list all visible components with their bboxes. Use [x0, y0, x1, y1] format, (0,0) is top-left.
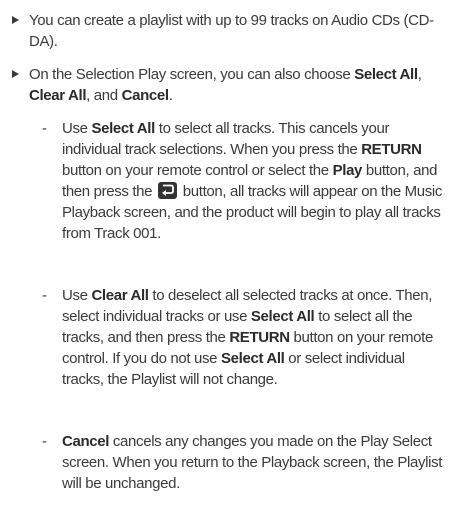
return-button-icon [157, 182, 177, 199]
sub-item-text: Use Clear All to deselect all selected t… [62, 287, 433, 388]
manual-page: You can create a playlist with up to 99 … [0, 0, 449, 513]
dash-marker: - [42, 120, 47, 137]
bullet-item-playlist-limit: You can create a playlist with up to 99 … [12, 10, 442, 52]
bullet-text: You can create a playlist with up to 99 … [29, 12, 434, 50]
dash-marker: - [42, 433, 47, 450]
bullet-text: On the Selection Play screen, you can al… [29, 66, 422, 104]
sub-item-text: Use Select All to select all tracks. Thi… [62, 120, 443, 242]
term-select-all: Select All [354, 66, 418, 83]
term-clear-all: Clear All [29, 87, 87, 104]
sub-item-cancel: - Cancel cancels any changes you made on… [42, 431, 444, 494]
sub-item-text: Cancel cancels any changes you made on t… [62, 433, 443, 492]
bullet-item-selection-play: On the Selection Play screen, you can al… [12, 64, 442, 106]
sub-item-select-all: - Use Select All to select all tracks. T… [42, 118, 444, 244]
sub-item-clear-all: - Use Clear All to deselect all selected… [42, 285, 444, 390]
term-cancel: Cancel [121, 87, 169, 104]
dash-marker: - [42, 287, 47, 304]
triangle-bullet-icon [12, 70, 19, 78]
triangle-bullet-icon [12, 16, 19, 24]
